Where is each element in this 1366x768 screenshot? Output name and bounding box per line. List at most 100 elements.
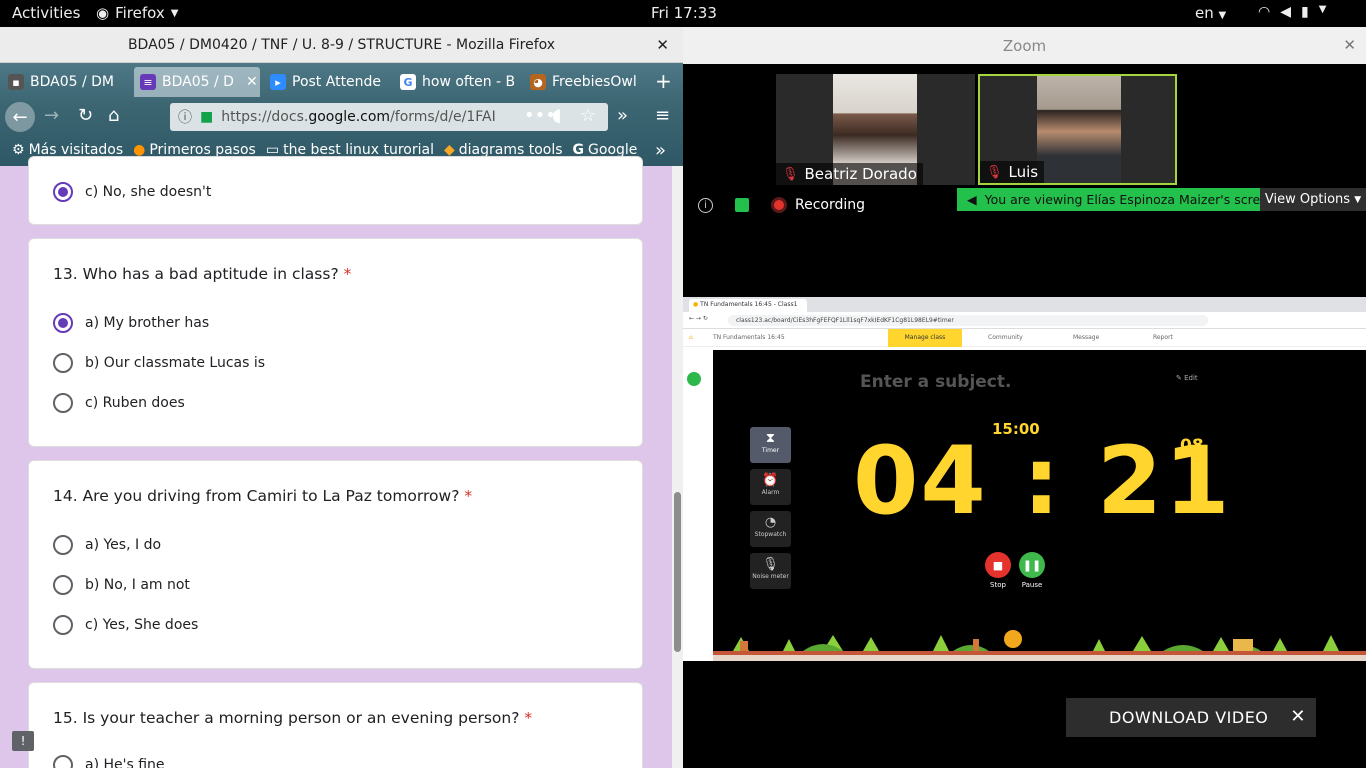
tab-label: BDA05 / DM [30, 74, 115, 90]
window-title: BDA05 / DM0420 / TNF / U. 8-9 / STRUCTUR… [127, 36, 556, 53]
nav-label: Manage class [904, 334, 946, 341]
participant-name: Luis [1008, 163, 1039, 181]
option-row[interactable]: c) Yes, She does [53, 615, 198, 635]
scrollbar-thumb[interactable] [674, 492, 681, 652]
radio-selected[interactable] [53, 313, 73, 333]
option-row[interactable]: a) He's fine [53, 755, 165, 768]
tab-label: FreebiesOwl [552, 74, 637, 90]
overflow-icon[interactable]: » [617, 105, 628, 126]
option-row[interactable]: c) No, she doesn't [53, 182, 211, 202]
tab-2[interactable]: ≡ BDA05 / D ✕ [134, 67, 260, 97]
scrollbar[interactable] [672, 166, 683, 768]
tool-noise-meter: 🎙 Noise meter [750, 553, 791, 589]
option-label: c) Ruben does [85, 395, 185, 411]
tab-3[interactable]: ▸ Post Attende [264, 67, 390, 97]
radio-button[interactable] [53, 615, 73, 635]
classroom-sidebar [683, 350, 713, 661]
pause-control: ❚❚ Pause [1019, 552, 1045, 589]
zoom-window: Zoom ✕ 🎙 Beatriz Dorado 🎙 Luis i Recording… [683, 27, 1366, 768]
pause-label: Pause [1021, 581, 1043, 589]
firefox-titlebar: BDA05 / DM0420 / TNF / U. 8-9 / STRUCTUR… [0, 27, 683, 63]
url-scheme: https://docs. [221, 109, 309, 125]
shared-screen[interactable]: ● TN Fundamentals 16:45 - Class1 ← → ↻ c… [683, 297, 1366, 661]
radio-button[interactable] [53, 535, 73, 555]
shared-tab-label: TN Fundamentals 16:45 - Class1 [700, 301, 798, 308]
download-video-bar[interactable]: DOWNLOAD VIDEO ✕ [1066, 698, 1316, 737]
option-row[interactable]: a) My brother has [53, 313, 209, 333]
participant-video-1[interactable]: 🎙 Beatriz Dorado [776, 74, 975, 185]
window-title: Zoom [1002, 36, 1047, 55]
clock[interactable]: Fri 17:33 [651, 4, 717, 22]
shared-tab: ● TN Fundamentals 16:45 - Class1 [689, 299, 807, 312]
chevron-down-icon: ▼ [1354, 194, 1362, 205]
radio-button[interactable] [53, 755, 73, 768]
info-icon[interactable]: ⓘ [178, 107, 192, 127]
option-row[interactable]: b) Our classmate Lucas is [53, 353, 265, 373]
bookmark-star-icon[interactable]: ☆ [580, 105, 596, 126]
tool-label: Noise meter [752, 573, 789, 580]
shared-address-bar: ← → ↻ class123.ac/board/CiEs3hFgFEFQF1Ll… [683, 312, 1366, 329]
tab-5[interactable]: ◕ FreebiesOwl [524, 67, 650, 97]
alarm-icon: ⏰ [762, 473, 779, 488]
reload-button[interactable]: ↻ [78, 105, 93, 126]
google-icon: G [400, 74, 416, 90]
tab-4[interactable]: G how often - B [394, 67, 520, 97]
tool-timer: ⧗ Timer [750, 427, 791, 463]
overflow-icon[interactable]: » [655, 140, 666, 161]
option-row[interactable]: a) Yes, I do [53, 535, 161, 555]
radio-button[interactable] [53, 353, 73, 373]
option-row[interactable]: b) No, I am not [53, 575, 190, 595]
firefox-icon: ◉ [96, 4, 110, 22]
close-icon[interactable]: ✕ [246, 74, 258, 90]
tab-label: Post Attende [292, 74, 382, 90]
lock-icon: ■ [200, 109, 214, 125]
pause-icon: ❚❚ [1019, 552, 1045, 578]
app-menu[interactable]: ◉ Firefox ▼ [96, 4, 178, 22]
encryption-lock-icon[interactable] [735, 198, 749, 212]
view-options-button[interactable]: View Options ▼ [1260, 188, 1366, 211]
info-icon[interactable]: i [698, 197, 713, 213]
pocket-icon[interactable]: ◖ [552, 105, 561, 126]
battery-icon: ▮ [1301, 4, 1309, 20]
tab-1[interactable]: ▪ BDA05 / DM [2, 67, 132, 97]
navigation-toolbar: ← → ↻ ⌂ ⓘ ■ https://docs.google.com/form… [0, 99, 683, 135]
app-menu-label: Firefox [115, 4, 165, 22]
subject-placeholder: Enter a subject. [860, 372, 1012, 392]
url-path: /forms/d/e/1FAI [390, 109, 496, 125]
feedback-icon[interactable]: ! [12, 731, 34, 751]
close-icon[interactable]: ✕ [1343, 36, 1356, 54]
recording-label: Recording [795, 197, 866, 213]
viewing-screen-banner: ◀ You are viewing Elías Espinoza Maizer's… [957, 188, 1276, 211]
class-title: TN Fundamentals 16:45 [713, 334, 785, 341]
hourglass-icon: ⧗ [765, 431, 776, 446]
url-host: google.com [308, 109, 391, 125]
edit-link: ✎ Edit [1176, 374, 1198, 382]
option-row[interactable]: c) Ruben does [53, 393, 185, 413]
viewing-label: You are viewing Elías Espinoza Maizer's … [984, 192, 1276, 207]
recording-indicator[interactable]: Recording [771, 197, 865, 213]
language-indicator[interactable]: en ▼ [1195, 4, 1226, 22]
option-label: b) Our classmate Lucas is [85, 355, 266, 371]
close-icon[interactable]: ✕ [656, 36, 669, 54]
required-marker: * [464, 487, 473, 505]
radio-button[interactable] [53, 575, 73, 595]
participant-video-2[interactable]: 🎙 Luis [978, 74, 1177, 185]
edit-label: Edit [1184, 374, 1198, 382]
back-button[interactable]: ← [5, 102, 35, 132]
option-label: a) My brother has [85, 315, 210, 331]
system-tray[interactable]: ◠ ◀ ▮ ▼ [1258, 4, 1326, 20]
radio-selected[interactable] [53, 182, 73, 202]
close-icon[interactable]: ✕ [1290, 706, 1306, 727]
radio-button[interactable] [53, 393, 73, 413]
new-tab-button[interactable]: + [655, 69, 672, 93]
forward-button[interactable]: → [44, 105, 59, 126]
home-button[interactable]: ⌂ [108, 105, 119, 126]
participant-name-tag: 🎙 Beatriz Dorado [776, 163, 923, 185]
sidebar-active-icon [687, 372, 701, 386]
tool-label: Alarm [761, 489, 780, 496]
muted-mic-icon: 🎙 [986, 164, 1003, 180]
hamburger-menu-icon[interactable]: ≡ [655, 105, 670, 126]
muted-mic-icon: 🎙 [782, 166, 799, 182]
shared-url: class123.ac/board/CiEs3hFgFEFQF1Lll1sqF7… [728, 315, 1208, 326]
activities-button[interactable]: Activities [12, 4, 80, 22]
